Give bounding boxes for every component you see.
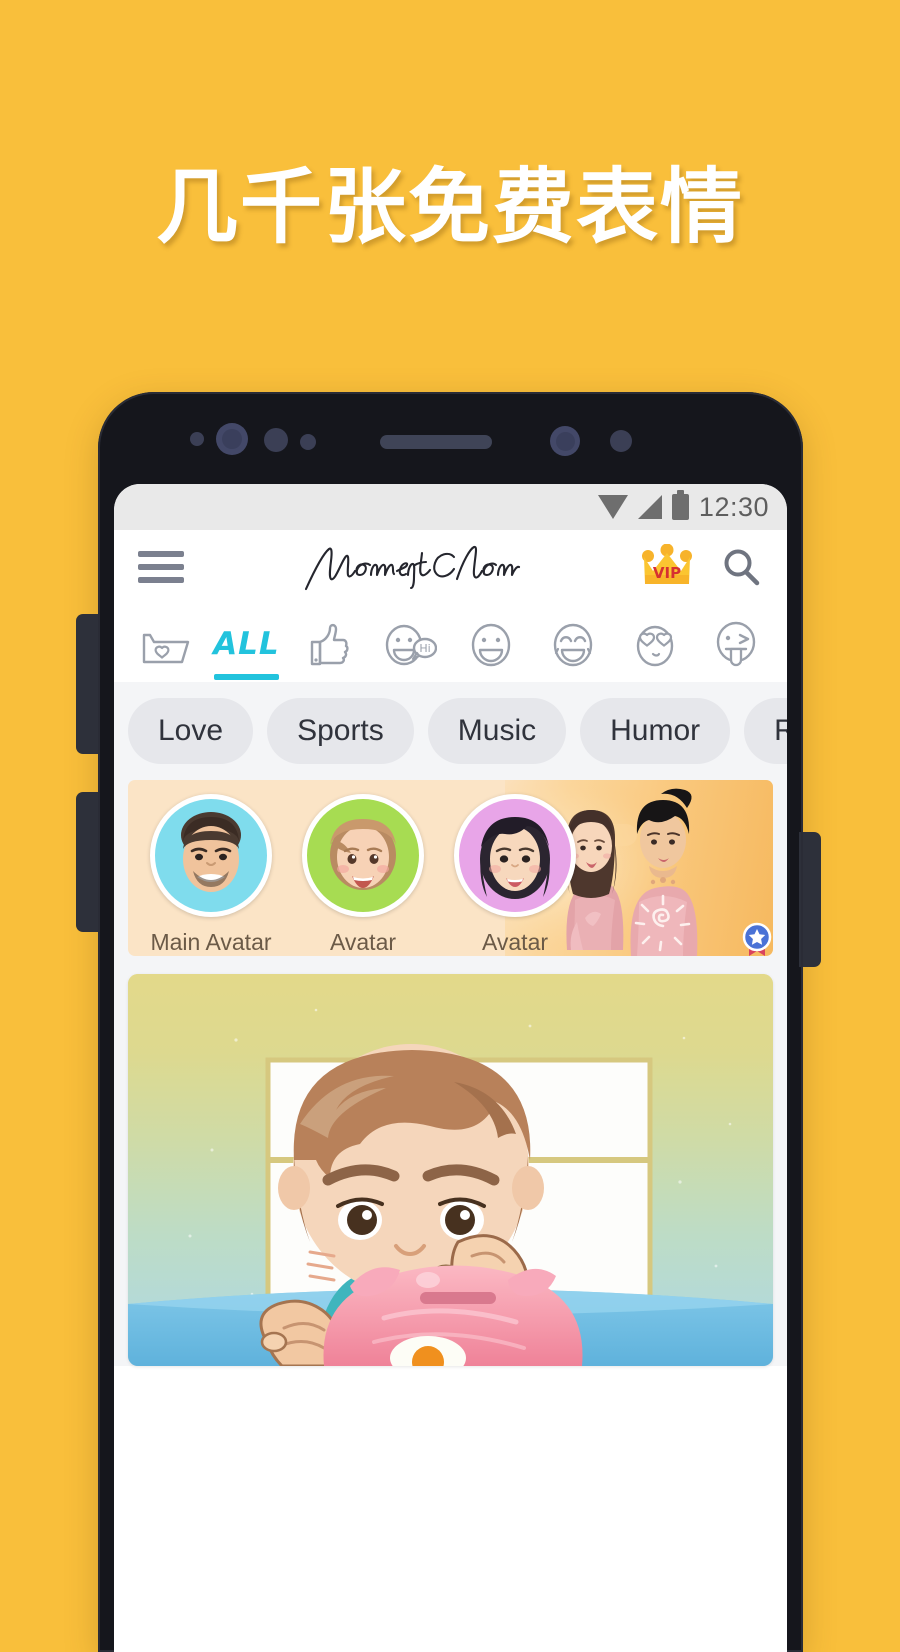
avatar-image-3[interactable] <box>454 794 576 917</box>
ir-sensor-icon <box>610 430 632 452</box>
avatar-image-2[interactable] <box>302 794 424 917</box>
tab-thumbs-up[interactable] <box>287 598 369 674</box>
sticker-card[interactable] <box>128 974 773 1366</box>
category-icon-tabs: ALL Hi <box>114 604 787 680</box>
vip-label: VIP <box>653 564 681 582</box>
light-sensor-icon <box>300 434 316 450</box>
volume-up-button[interactable] <box>76 614 100 754</box>
battery-icon <box>671 490 689 520</box>
status-bar: 12:30 <box>114 484 787 530</box>
chip-sports[interactable]: Sports <box>267 698 414 764</box>
earpiece-speaker-icon <box>380 435 492 449</box>
status-bar-clock: 12:30 <box>698 491 769 522</box>
tab-all[interactable]: ALL <box>206 598 288 680</box>
app-bar: VIP <box>114 530 787 604</box>
cellular-signal-icon <box>637 495 662 519</box>
tab-all-label: ALL <box>213 626 280 662</box>
search-icon[interactable] <box>719 545 763 589</box>
avatar-image-main[interactable] <box>150 794 272 917</box>
avatar-label-2: Avatar <box>329 929 397 955</box>
chip-humor[interactable]: Humor <box>580 698 731 764</box>
tab-tongue-out-face[interactable] <box>695 598 777 674</box>
chip-music[interactable]: Music <box>427 698 567 764</box>
avatar-item-2[interactable]: Avatar <box>294 794 432 956</box>
tab-greeting-face[interactable]: Hi <box>369 598 451 674</box>
secondary-camera-lens-icon <box>556 432 575 451</box>
avatar-item-main[interactable]: Main Avatar <box>142 794 772 956</box>
phone-top-bezel <box>98 392 803 490</box>
avatar-item-3[interactable]: Avatar <box>446 794 584 956</box>
avatar-list: Main Avatar Avatar Avatar <box>128 780 772 956</box>
tab-laughing-face[interactable] <box>532 598 614 674</box>
front-camera-lens-icon <box>222 429 242 449</box>
avatar-label-3: Avatar <box>481 929 549 955</box>
sensor-dot-icon <box>190 432 204 446</box>
chip-love[interactable]: Love <box>128 698 254 764</box>
avatar-label-main: Main Avatar <box>150 929 272 955</box>
sticker-card-wrapper <box>114 966 787 1366</box>
hamburger-menu-icon[interactable] <box>138 551 184 583</box>
page-title: 几千张免费表情 <box>155 160 744 255</box>
volume-down-button[interactable] <box>76 792 100 932</box>
app-logo <box>184 537 639 597</box>
vip-crown-icon[interactable]: VIP <box>639 543 695 590</box>
power-button[interactable] <box>799 832 821 967</box>
proximity-sensor-icon <box>264 428 288 452</box>
avatar-strip-wrapper: Main Avatar Avatar Avatar <box>114 780 787 966</box>
category-chip-row[interactable]: Love Sports Music Humor Rom <box>114 682 787 780</box>
svg-text:Hi: Hi <box>419 642 430 655</box>
tab-smiling-face[interactable] <box>451 598 533 674</box>
tab-favorites[interactable] <box>124 598 206 674</box>
wifi-icon <box>597 495 628 519</box>
chip-romance[interactable]: Rom <box>744 698 787 764</box>
phone-screen: 12:30 VIP ALL Hi Love Sports Music Humor… <box>114 484 787 1652</box>
avatar-strip: Main Avatar Avatar Avatar <box>128 780 773 956</box>
tab-heart-eyes-face[interactable] <box>614 598 696 674</box>
phone-mockup: 12:30 VIP ALL Hi Love Sports Music Humor… <box>76 392 821 1652</box>
main-avatar-star-badge <box>737 918 773 956</box>
